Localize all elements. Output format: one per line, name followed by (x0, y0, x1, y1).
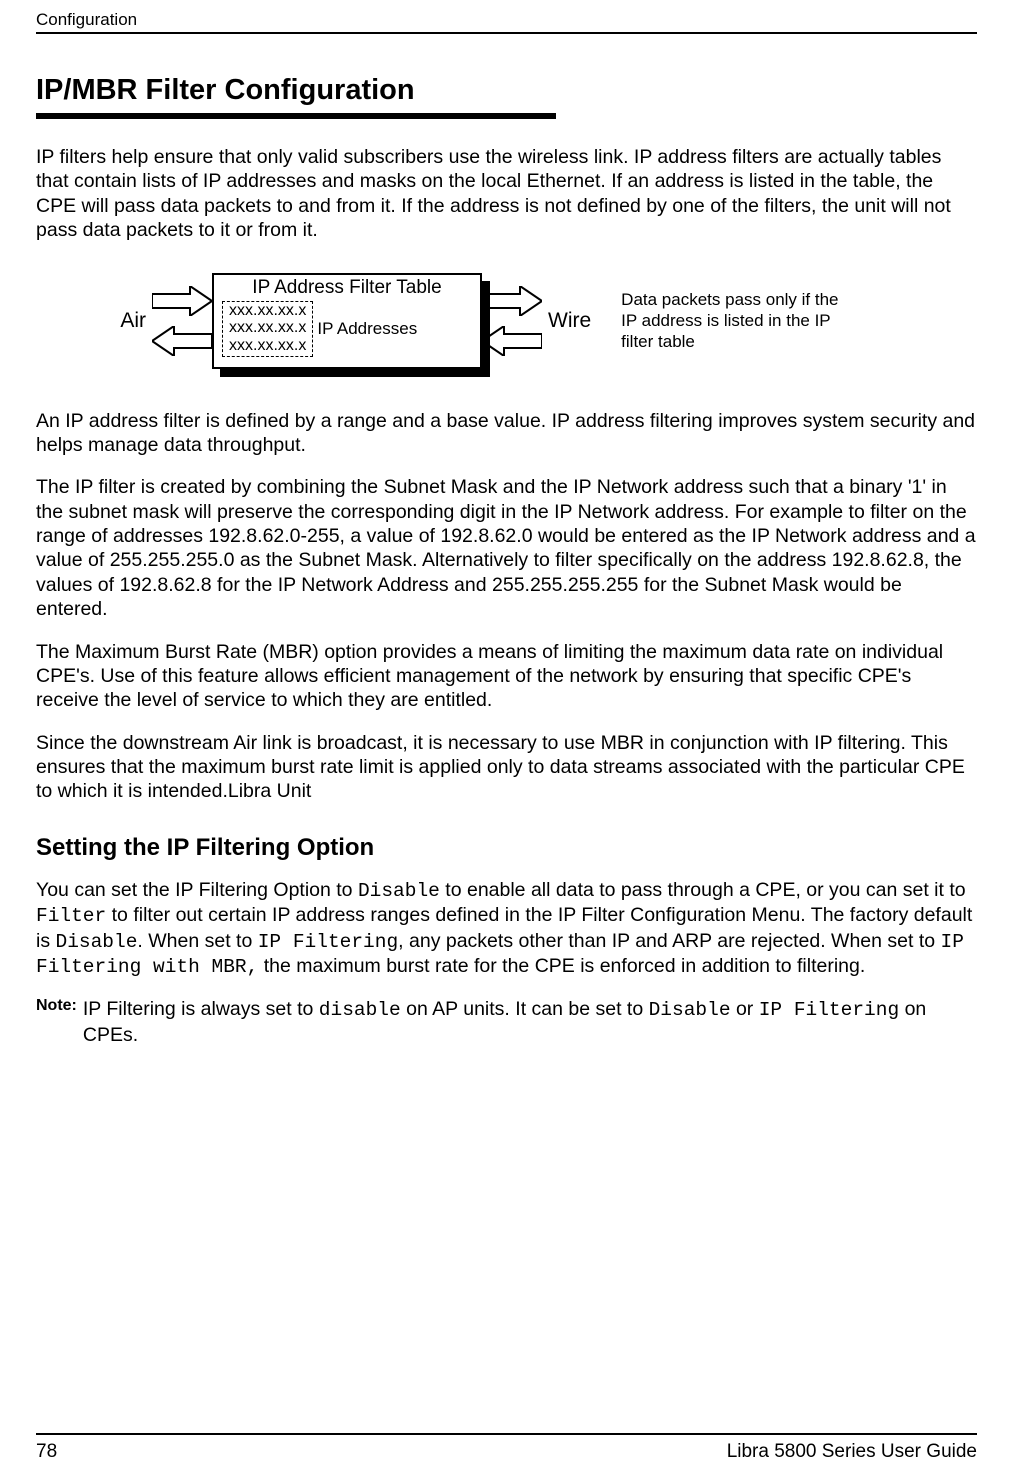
subsection-title: Setting the IP Filtering Option (36, 834, 977, 862)
running-header: Configuration (36, 0, 977, 34)
arrow-left-icon (152, 326, 212, 356)
paragraph-4: The Maximum Burst Rate (MBR) option prov… (36, 640, 977, 713)
ip-row: xxx.xx.xx.x (229, 337, 306, 355)
arrows-right (482, 286, 542, 356)
code-literal: disable (319, 999, 401, 1021)
filter-table-box: IP Address Filter Table xxx.xx.xx.x xxx.… (212, 273, 482, 369)
text: the maximum burst rate for the CPE is en… (258, 955, 865, 977)
text: or (731, 998, 759, 1020)
code-literal: IP Filtering (759, 999, 899, 1021)
intro-paragraph: IP filters help ensure that only valid s… (36, 145, 977, 243)
text: You can set the IP Filtering Option to (36, 879, 358, 901)
note-block: Note: IP Filtering is always set to disa… (36, 997, 977, 1047)
text: IP Filtering is always set to (83, 998, 319, 1020)
page-footer: 78 Libra 5800 Series User Guide (36, 1433, 977, 1463)
page-number: 78 (36, 1441, 57, 1463)
arrow-right-icon (482, 286, 542, 316)
code-literal: IP Filtering (258, 931, 398, 953)
doc-title: Libra 5800 Series User Guide (727, 1441, 977, 1463)
paragraph-6: You can set the IP Filtering Option to D… (36, 878, 977, 980)
arrow-right-icon (152, 286, 212, 316)
paragraph-5: Since the downstream Air link is broadca… (36, 731, 977, 804)
note-text: IP Filtering is always set to disable on… (83, 997, 977, 1047)
filter-table-title: IP Address Filter Table (222, 277, 472, 299)
code-literal: Filter (36, 905, 106, 927)
note-label: Note: (36, 997, 77, 1047)
paragraph-2: An IP address filter is defined by a ran… (36, 409, 977, 458)
text: . When set to (137, 930, 257, 952)
ip-filter-diagram: Air IP Address Filter Table xxx.xx.xx.x … (36, 273, 977, 369)
page-title: IP/MBR Filter Configuration (36, 74, 977, 107)
diagram-info-text: Data packets pass only if the IP address… (621, 289, 851, 353)
diagram-air-label: Air (36, 309, 152, 333)
code-literal: Disable (649, 999, 731, 1021)
title-underline (36, 113, 556, 119)
ip-row: xxx.xx.xx.x (229, 302, 306, 320)
code-literal: Disable (56, 931, 138, 953)
paragraph-3: The IP filter is created by combining th… (36, 475, 977, 621)
ip-addresses-label: IP Addresses (317, 320, 417, 339)
ip-row: xxx.xx.xx.x (229, 319, 306, 337)
text: , any packets other than IP and ARP are … (398, 930, 940, 952)
code-literal: Disable (358, 880, 440, 902)
arrow-left-icon (482, 326, 542, 356)
ip-list: xxx.xx.xx.x xxx.xx.xx.x xxx.xx.xx.x (222, 301, 313, 358)
text: on AP units. It can be set to (401, 998, 649, 1020)
diagram-wire-label: Wire (542, 309, 621, 333)
text: to enable all data to pass through a CPE… (440, 879, 966, 901)
arrows-left (152, 286, 212, 356)
